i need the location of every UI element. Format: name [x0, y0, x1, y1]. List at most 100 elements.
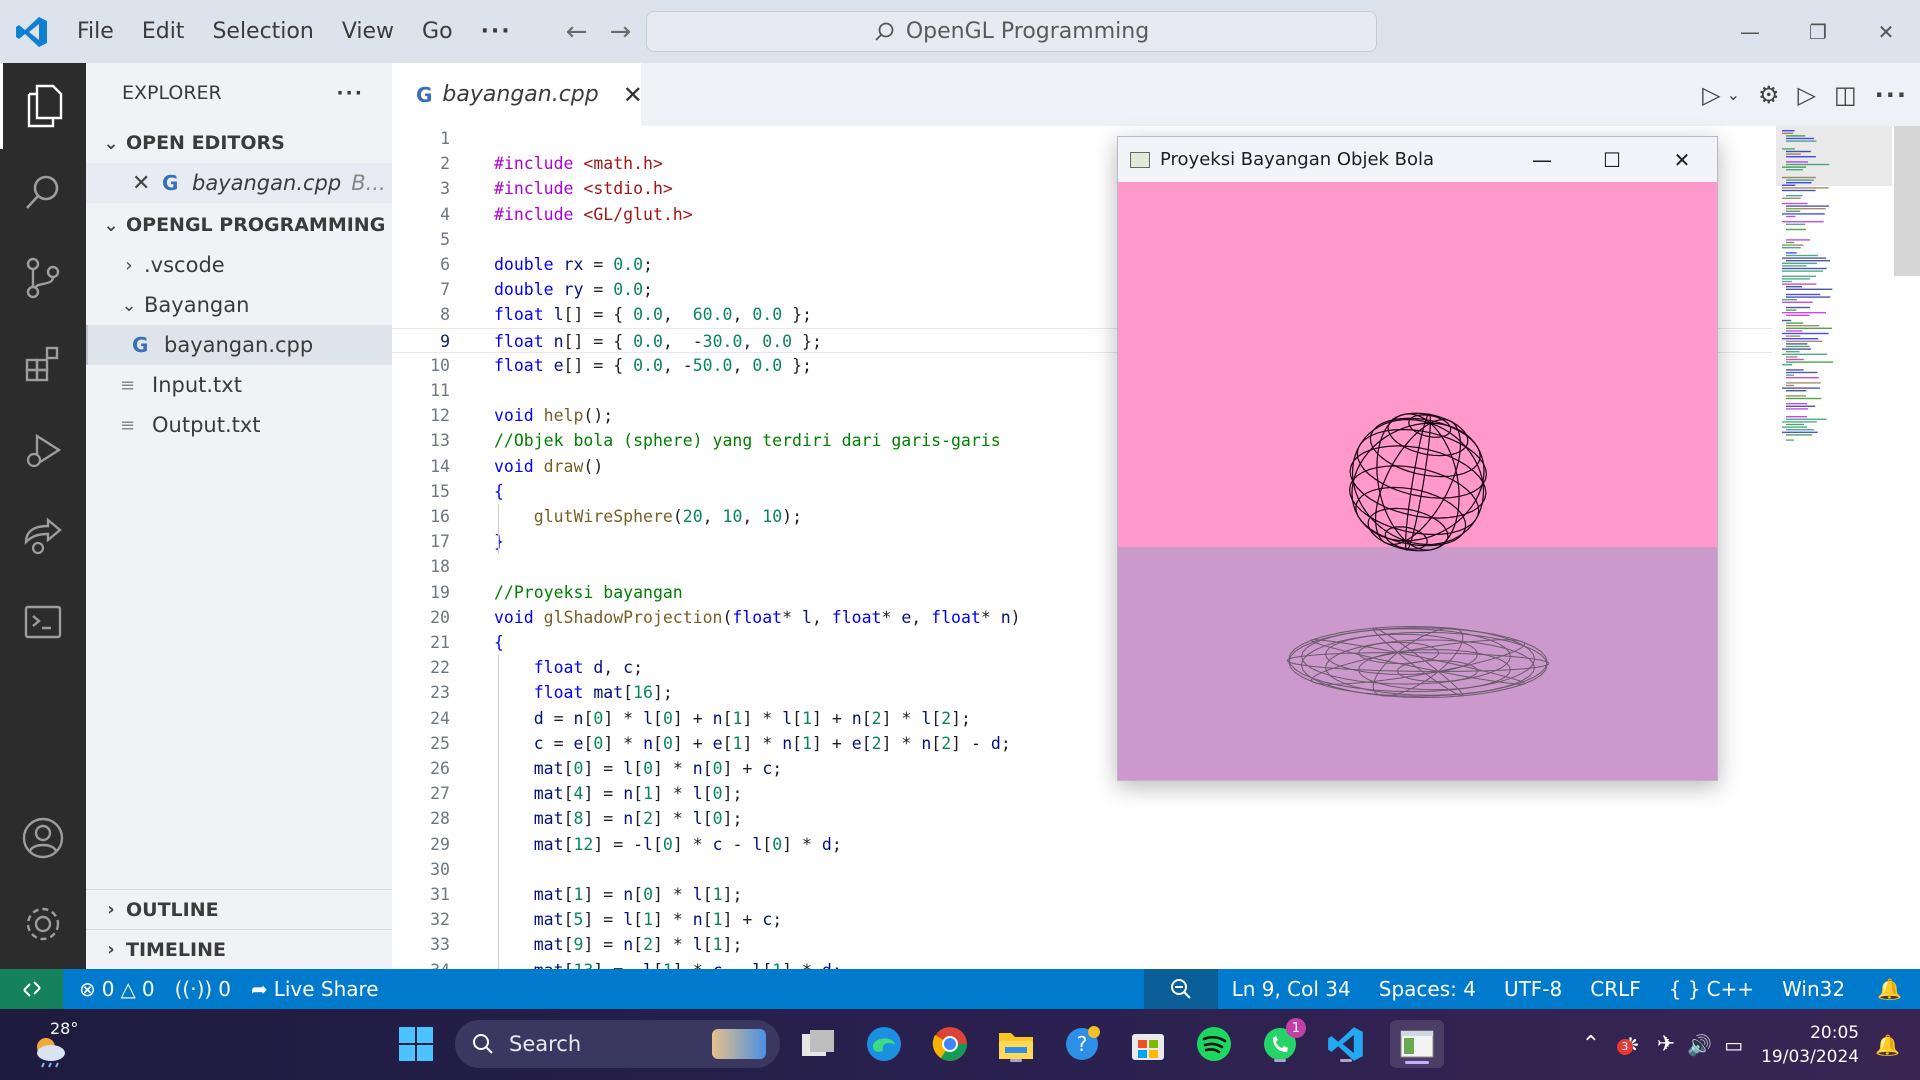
tray-app-icon[interactable]: ❋ 3 [1616, 1033, 1639, 1057]
forward-arrow-icon[interactable]: → [609, 17, 631, 47]
open-editor-item[interactable]: ✕ G bayangan.cpp B... [86, 163, 392, 203]
editor-actions: ▷ ⌄ ⚙ ▷ ◫ ··· [1702, 63, 1908, 126]
opengl-app-taskbar-icon[interactable] [1390, 1020, 1444, 1068]
task-view-icon[interactable] [796, 1022, 840, 1066]
ports-indicator[interactable]: ((·)) 0 [165, 977, 241, 1001]
minimap[interactable] [1776, 126, 1892, 969]
close-window-button[interactable]: ✕ [1852, 0, 1920, 63]
open-editors-section[interactable]: ⌄ OPEN EDITORS [86, 123, 392, 163]
chrome-browser-icon[interactable] [928, 1022, 972, 1066]
vertical-scrollbar[interactable] [1894, 126, 1920, 276]
menu-go[interactable]: Go [408, 19, 467, 44]
weather-widget[interactable]: 28° [24, 1019, 78, 1069]
spotify-icon[interactable] [1192, 1022, 1236, 1066]
code-line[interactable]: 34 mat[13] = -l[1] * c - l[1] * d; [392, 958, 1772, 969]
running-indicator [1274, 1059, 1286, 1062]
search-icon[interactable] [0, 149, 86, 235]
tree-item-bayangan[interactable]: ⌄ Bayangan [86, 285, 392, 325]
notifications-bell-icon[interactable]: 🔔 [1859, 977, 1920, 1001]
menu-view[interactable]: View [328, 19, 408, 44]
code-line[interactable]: 27 mat[4] = n[1] * l[0]; [392, 781, 1772, 806]
menu-selection[interactable]: Selection [198, 19, 327, 44]
tab-bayangan-cpp[interactable]: G bayangan.cpp ✕ [392, 63, 643, 126]
language-mode[interactable]: { } C++ [1655, 977, 1768, 1001]
tray-badge: 3 [1616, 1038, 1633, 1055]
minimize-button[interactable]: — [1716, 0, 1784, 63]
microsoft-store-icon[interactable] [1126, 1022, 1170, 1066]
code-line[interactable]: 33 mat[9] = n[2] * l[1]; [392, 932, 1772, 957]
help-app-icon[interactable]: ? [1060, 1022, 1104, 1066]
source-control-icon[interactable] [0, 235, 86, 321]
outline-section[interactable]: › OUTLINE [86, 889, 392, 929]
tree-item-vscode[interactable]: › .vscode [86, 245, 392, 285]
more-actions-icon[interactable]: ··· [1875, 81, 1908, 109]
whatsapp-icon[interactable]: 1 [1258, 1018, 1306, 1066]
back-arrow-icon[interactable]: ← [566, 17, 588, 47]
end-of-line[interactable]: CRLF [1576, 977, 1655, 1001]
run-file-icon[interactable]: ▷ [1797, 81, 1815, 109]
opengl-window[interactable]: Proyeksi Bayangan Objek Bola — ☐ ✕ [1117, 136, 1718, 781]
code-line[interactable]: 28 mat[8] = n[2] * l[0]; [392, 806, 1772, 831]
run-icon[interactable]: ▷ [1702, 81, 1720, 109]
file-explorer-icon[interactable] [994, 1022, 1038, 1066]
tree-item-input-txt[interactable]: ≡ Input.txt [86, 365, 392, 405]
extensions-icon[interactable] [0, 321, 86, 407]
chevron-down-icon[interactable]: ⌄ [1727, 85, 1740, 104]
live-share-icon[interactable] [0, 493, 86, 579]
close-icon[interactable]: ✕ [132, 171, 162, 196]
chevron-up-icon[interactable]: ⌃ [1582, 1032, 1600, 1057]
tree-item-bayangan-cpp[interactable]: G bayangan.cpp [86, 325, 392, 365]
settings-gear-icon[interactable] [0, 881, 86, 967]
code-line[interactable]: 32 mat[5] = l[1] * n[1] + c; [392, 907, 1772, 932]
code-text: c = e[0] * n[0] + e[1] * n[1] + e[2] * n… [533, 733, 1011, 753]
airplane-mode-icon[interactable]: ✈ [1657, 1032, 1675, 1057]
minimize-button[interactable]: — [1507, 137, 1577, 182]
clock[interactable]: 20:05 19/03/2024 [1761, 1021, 1859, 1069]
zoom-icon[interactable] [1143, 969, 1218, 1009]
code-text: { [494, 481, 504, 501]
accounts-icon[interactable] [0, 795, 86, 881]
encoding[interactable]: UTF-8 [1490, 977, 1576, 1001]
close-tab-icon[interactable]: ✕ [623, 81, 643, 109]
taskbar-search-box[interactable]: Search [455, 1020, 780, 1068]
explorer-icon[interactable] [0, 63, 86, 149]
code-line[interactable]: 31 mat[1] = n[0] * l[1]; [392, 882, 1772, 907]
opengl-canvas[interactable] [1118, 182, 1717, 780]
battery-icon[interactable]: ▭ [1724, 1033, 1743, 1057]
menu-edit[interactable]: Edit [128, 19, 199, 44]
start-button-icon[interactable] [394, 1022, 438, 1066]
timeline-section[interactable]: › TIMELINE [86, 929, 392, 969]
maximize-button[interactable]: ☐ [1577, 137, 1647, 182]
code-text: float d, c; [533, 658, 644, 678]
menu-file[interactable]: File [63, 19, 128, 44]
edge-browser-icon[interactable] [862, 1022, 906, 1066]
notification-bell-icon[interactable]: 🔔 [1875, 1033, 1900, 1057]
split-editor-icon[interactable]: ◫ [1834, 81, 1857, 109]
broadcast-icon: ((·)) [174, 977, 213, 1001]
platform[interactable]: Win32 [1768, 977, 1859, 1001]
live-share-button[interactable]: ➦ Live Share [241, 977, 389, 1001]
close-button[interactable]: ✕ [1647, 137, 1717, 182]
line-number: 21 [430, 633, 450, 652]
command-center-search[interactable]: OpenGL Programming [646, 11, 1377, 52]
gear-icon[interactable]: ⚙ [1758, 81, 1780, 109]
opengl-window-titlebar[interactable]: Proyeksi Bayangan Objek Bola — ☐ ✕ [1118, 137, 1717, 182]
run-debug-icon[interactable] [0, 407, 86, 493]
line-number: 6 [440, 255, 450, 274]
tree-item-output-txt[interactable]: ≡ Output.txt [86, 405, 392, 445]
restore-button[interactable]: ❐ [1784, 0, 1852, 63]
cursor-position[interactable]: Ln 9, Col 34 [1218, 977, 1365, 1001]
volume-icon[interactable]: 🔊 [1687, 1033, 1712, 1057]
remote-indicator-icon[interactable] [0, 969, 63, 1009]
code-line[interactable]: 29 mat[12] = -l[0] * c - l[0] * d; [392, 832, 1772, 857]
terminal-icon[interactable] [0, 579, 86, 665]
indent-guide [498, 655, 499, 969]
menu-more-button[interactable]: ··· [467, 19, 526, 44]
vscode-taskbar-icon[interactable] [1324, 1022, 1368, 1066]
code-line[interactable]: 30 [392, 857, 1772, 882]
code-text: #include <GL/glut.h> [494, 204, 693, 224]
explorer-more-button[interactable]: ··· [336, 82, 364, 104]
indentation[interactable]: Spaces: 4 [1365, 977, 1490, 1001]
problems-indicator[interactable]: ⊗ 0 △ 0 [69, 977, 165, 1001]
project-section[interactable]: ⌄ OPENGL PROGRAMMING [86, 205, 392, 245]
